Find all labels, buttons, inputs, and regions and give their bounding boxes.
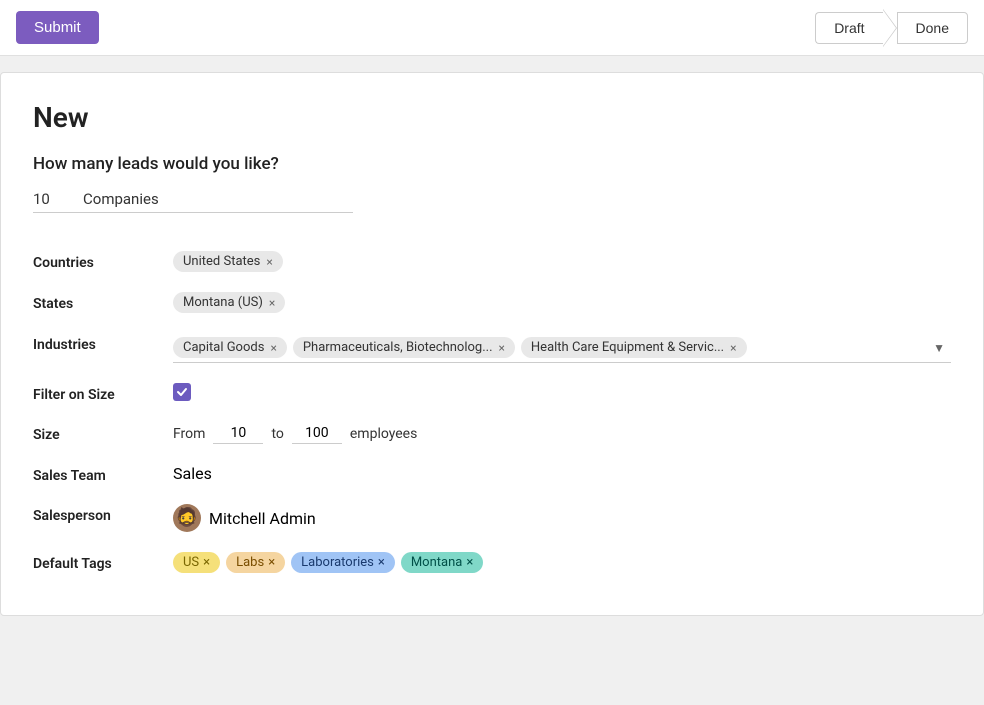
size-to-input[interactable] <box>292 423 342 444</box>
top-bar: Submit Draft Done <box>0 0 984 56</box>
tag-us: US × <box>173 552 220 573</box>
main-card: New How many leads would you like? Count… <box>0 72 984 616</box>
tag-label: Health Care Equipment & Servic... <box>531 340 724 355</box>
size-unit: employees <box>350 426 417 442</box>
sales-team-value: Sales <box>173 464 951 483</box>
sales-team-row: Sales Team Sales <box>33 454 951 494</box>
filter-on-size-row: Filter on Size <box>33 373 951 413</box>
leads-count-input[interactable] <box>33 190 73 208</box>
countries-label: Countries <box>33 251 173 271</box>
tag-capital-goods: Capital Goods × <box>173 337 287 358</box>
done-button[interactable]: Done <box>897 12 968 44</box>
remove-tag-us[interactable]: × <box>203 555 210 570</box>
countries-row: Countries United States × <box>33 241 951 282</box>
industries-value: Capital Goods × Pharmaceuticals, Biotech… <box>173 333 951 363</box>
industries-dropdown-arrow[interactable]: ▼ <box>927 339 951 357</box>
tag-label: Pharmaceuticals, Biotechnolog... <box>303 340 493 355</box>
tag-montana-text: Montana <box>411 555 463 570</box>
leads-type-input[interactable] <box>83 190 353 208</box>
leads-question: How many leads would you like? <box>33 154 951 174</box>
remove-health-care[interactable]: × <box>730 341 736 355</box>
size-from-label: From <box>173 426 205 442</box>
salesperson-name: Mitchell Admin <box>209 509 316 528</box>
salesperson-info: 🧔 Mitchell Admin <box>173 504 316 532</box>
leads-count-row <box>33 190 353 213</box>
tag-label: Montana (US) <box>183 295 263 310</box>
sales-team-text: Sales <box>173 464 212 483</box>
tag-labs: Labs × <box>226 552 285 573</box>
tag-label: United States <box>183 254 260 269</box>
tag-health-care: Health Care Equipment & Servic... × <box>521 337 747 358</box>
size-row: Size From to employees <box>33 413 951 454</box>
salesperson-label: Salesperson <box>33 504 173 524</box>
industries-tags: Capital Goods × Pharmaceuticals, Biotech… <box>173 337 927 358</box>
avatar: 🧔 <box>173 504 201 532</box>
industries-label: Industries <box>33 333 173 353</box>
size-label: Size <box>33 423 173 443</box>
filter-on-size-checkbox[interactable] <box>173 383 191 401</box>
tag-united-states: United States × <box>173 251 283 272</box>
remove-montana-us[interactable]: × <box>269 296 275 310</box>
avatar-emoji: 🧔 <box>176 509 198 527</box>
tag-labs-text: Labs <box>236 555 264 570</box>
size-from-input[interactable] <box>213 423 263 444</box>
default-tags-label: Default Tags <box>33 552 173 572</box>
tag-pharmaceuticals: Pharmaceuticals, Biotechnolog... × <box>293 337 515 358</box>
tag-montana-us: Montana (US) × <box>173 292 285 313</box>
size-value: From to employees <box>173 423 951 444</box>
tag-laboratories: Laboratories × <box>291 552 395 573</box>
industries-row: Industries Capital Goods × Pharmaceutica… <box>33 323 951 373</box>
remove-pharmaceuticals[interactable]: × <box>499 341 505 355</box>
filter-on-size-label: Filter on Size <box>33 383 173 403</box>
states-row: States Montana (US) × <box>33 282 951 323</box>
remove-tag-montana[interactable]: × <box>466 555 473 570</box>
filter-on-size-value <box>173 383 951 401</box>
tag-label: Capital Goods <box>183 340 264 355</box>
submit-button[interactable]: Submit <box>16 11 99 44</box>
states-value: Montana (US) × <box>173 292 951 313</box>
salesperson-row: Salesperson 🧔 Mitchell Admin <box>33 494 951 542</box>
sales-team-label: Sales Team <box>33 464 173 484</box>
salesperson-value: 🧔 Mitchell Admin <box>173 504 951 532</box>
size-to-label: to <box>271 426 283 442</box>
states-label: States <box>33 292 173 312</box>
industries-dropdown[interactable]: Capital Goods × Pharmaceuticals, Biotech… <box>173 337 951 363</box>
tag-us-text: US <box>183 555 199 570</box>
status-group: Draft Done <box>815 9 968 47</box>
default-tags-row: Default Tags US × Labs × Laboratories × … <box>33 542 951 583</box>
tag-montana: Montana × <box>401 552 483 573</box>
remove-tag-labs[interactable]: × <box>268 555 275 570</box>
remove-capital-goods[interactable]: × <box>270 341 276 355</box>
remove-united-states[interactable]: × <box>266 255 272 269</box>
draft-button[interactable]: Draft <box>815 12 882 44</box>
tag-laboratories-text: Laboratories <box>301 555 374 570</box>
countries-value: United States × <box>173 251 951 272</box>
size-range: From to employees <box>173 423 417 444</box>
default-tags-value: US × Labs × Laboratories × Montana × <box>173 552 951 573</box>
remove-tag-laboratories[interactable]: × <box>378 555 385 570</box>
page-title: New <box>33 101 951 134</box>
